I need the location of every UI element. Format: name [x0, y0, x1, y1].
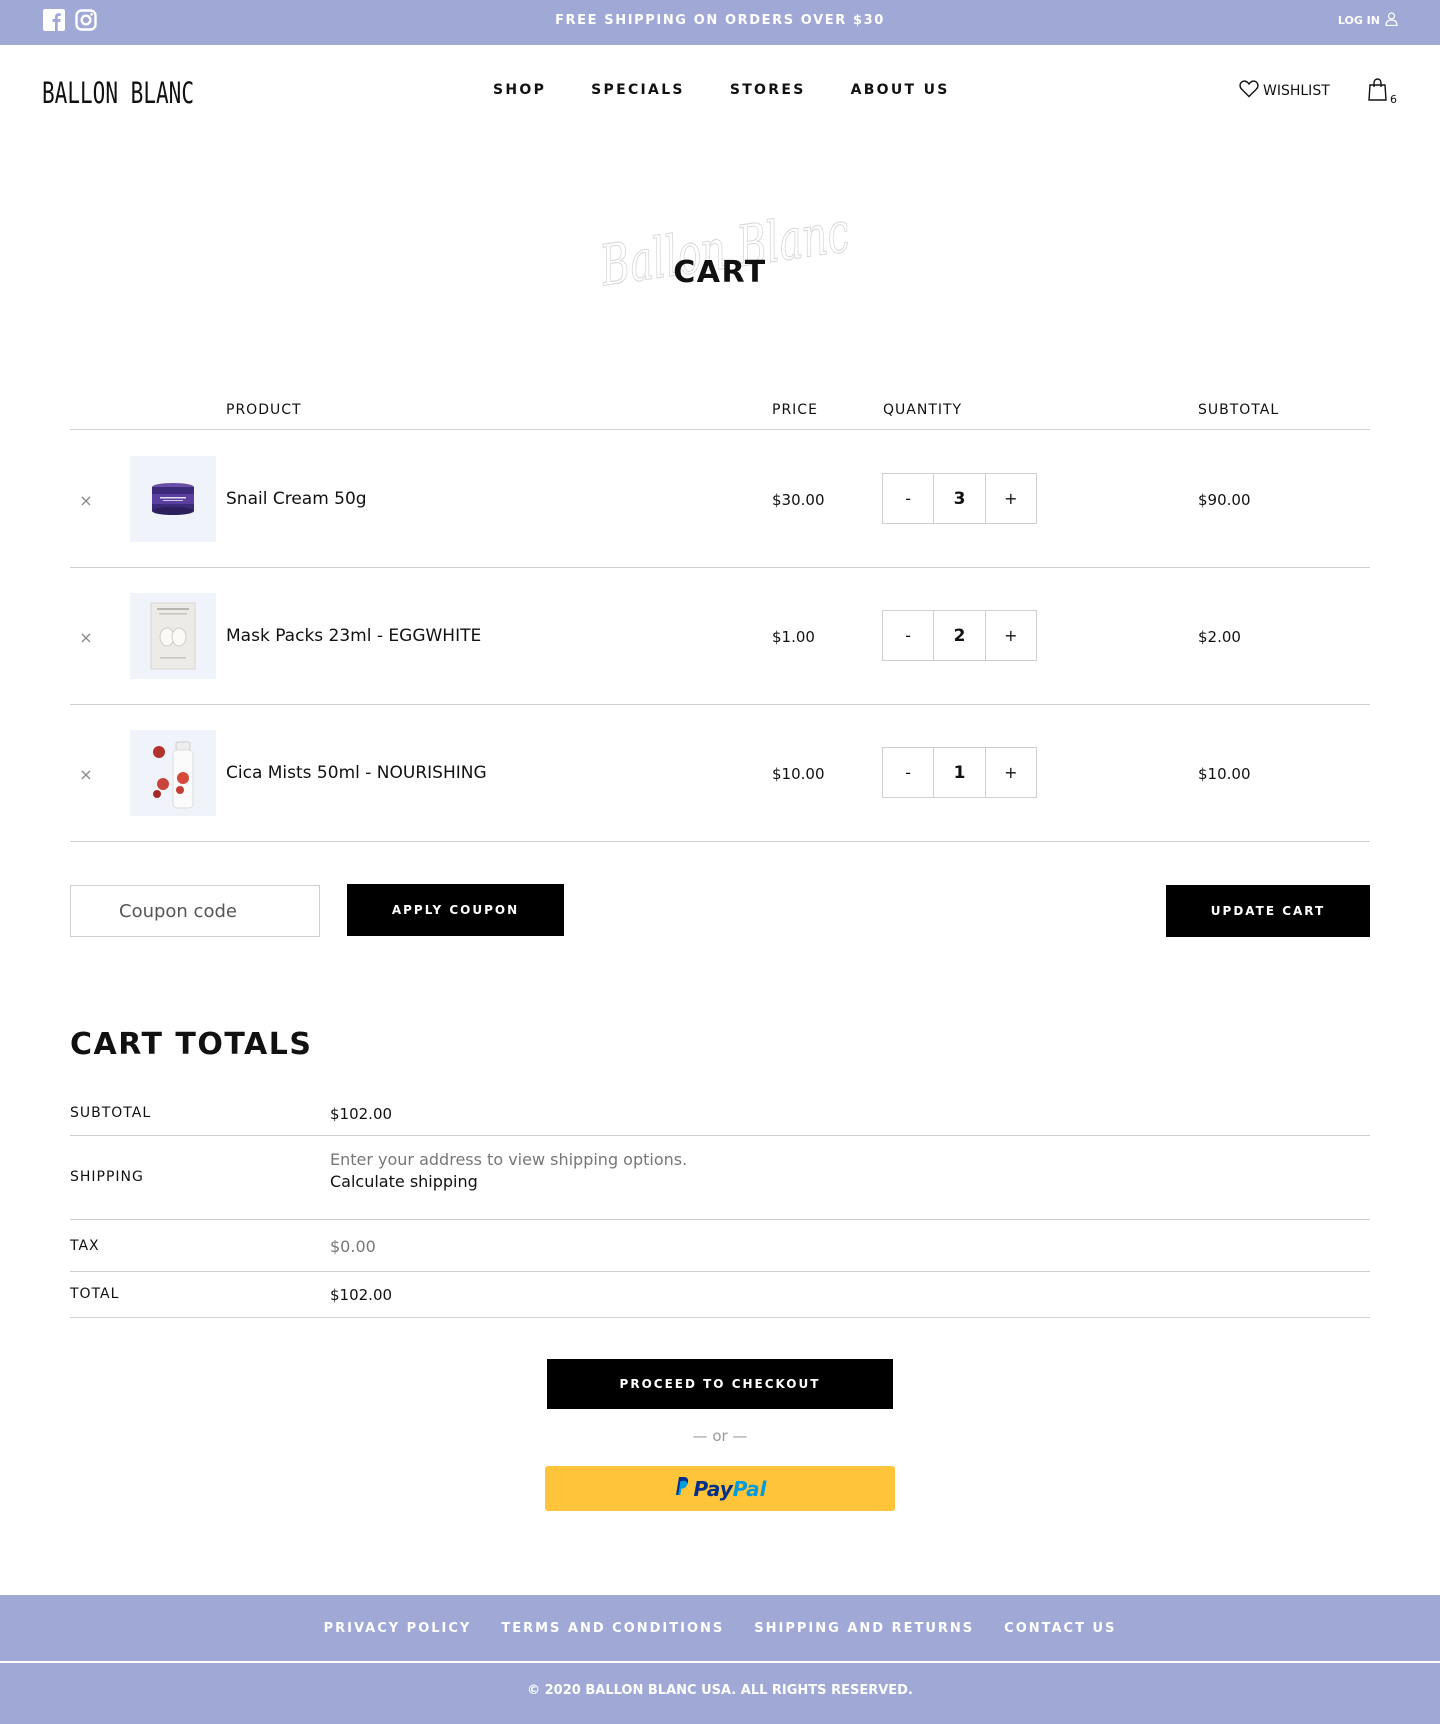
decrease-quantity-button[interactable]: -: [883, 748, 933, 797]
tax-value: $0.00: [330, 1237, 376, 1256]
quantity-stepper: - 3 +: [882, 473, 1037, 524]
paypal-text-pay: Pay: [693, 1476, 733, 1501]
product-name[interactable]: Snail Cream 50g: [226, 489, 367, 509]
page-title: CART: [673, 255, 767, 290]
increase-quantity-button[interactable]: +: [986, 748, 1036, 797]
column-price: PRICE: [772, 402, 818, 418]
page-title-area: Ballon Blanc CART: [0, 200, 1440, 300]
product-thumbnail[interactable]: [130, 593, 216, 679]
product-name[interactable]: Cica Mists 50ml - NOURISHING: [226, 763, 487, 783]
cica-mist-bottle-image: [130, 730, 216, 816]
cart-item-row: × Cica Mists 50ml - NOURISHING $10.00 - …: [70, 705, 1370, 842]
shopping-bag-icon: [1368, 78, 1390, 106]
remove-item-button[interactable]: ×: [78, 628, 94, 647]
footer-copyright: © 2020 BALLON BLANC USA. ALL RIGHTS RESE…: [0, 1663, 1440, 1724]
paypal-button[interactable]: Pay Pal: [545, 1466, 895, 1511]
quantity-stepper: - 1 +: [882, 747, 1037, 798]
totals-row-tax: TAX $0.00: [70, 1220, 1370, 1272]
apply-coupon-button[interactable]: APPLY COUPON: [347, 884, 564, 936]
nav-stores[interactable]: STORES: [730, 82, 806, 98]
quantity-input[interactable]: 1: [933, 748, 986, 797]
line-subtotal: $2.00: [1198, 628, 1241, 646]
snail-cream-jar-image: [130, 456, 216, 542]
line-subtotal: $90.00: [1198, 491, 1251, 509]
totals-row-shipping: SHIPPING Enter your address to view ship…: [70, 1136, 1370, 1220]
coupon-code-input[interactable]: [70, 885, 320, 937]
decrease-quantity-button[interactable]: -: [883, 474, 933, 523]
heart-icon: [1239, 80, 1259, 102]
quantity-stepper: - 2 +: [882, 610, 1037, 661]
cart-count-badge: 6: [1390, 93, 1397, 106]
remove-item-button[interactable]: ×: [78, 491, 94, 510]
logo-text: BALLON BLANC: [42, 76, 194, 109]
wishlist-link[interactable]: WISHLIST: [1239, 80, 1330, 102]
product-name[interactable]: Mask Packs 23ml - EGGWHITE: [226, 626, 481, 646]
shipping-label: SHIPPING: [70, 1169, 144, 1185]
proceed-to-checkout-button[interactable]: PROCEED TO CHECKOUT: [547, 1359, 893, 1409]
site-logo[interactable]: BALLON BLANC: [42, 73, 197, 113]
footer-link-shipping-returns[interactable]: SHIPPING AND RETURNS: [754, 1621, 974, 1636]
footer-link-privacy-policy[interactable]: PRIVACY POLICY: [324, 1621, 472, 1636]
paypal-text-pal: Pal: [732, 1476, 767, 1501]
paypal-logo-icon: [673, 1476, 689, 1501]
cart-item-row: × Snail Cream 50g $30.00 - 3 + $90.00: [70, 431, 1370, 568]
cart-item-row: × Mask Packs 23ml - EGGWHITE $1.00 - 2 +…: [70, 568, 1370, 705]
nav-about-us[interactable]: ABOUT US: [851, 82, 950, 98]
subtotal-label: SUBTOTAL: [70, 1105, 152, 1121]
total-value: $102.00: [330, 1286, 393, 1304]
wishlist-label: WISHLIST: [1263, 83, 1330, 99]
top-bar: FREE SHIPPING ON ORDERS OVER $30 LOG IN: [0, 0, 1440, 45]
quantity-input[interactable]: 3: [933, 474, 986, 523]
increase-quantity-button[interactable]: +: [986, 474, 1036, 523]
main-nav: SHOP SPECIALS STORES ABOUT US: [493, 82, 950, 98]
product-thumbnail[interactable]: [130, 456, 216, 542]
tax-label: TAX: [70, 1238, 100, 1254]
column-product: PRODUCT: [226, 402, 302, 418]
login-link[interactable]: LOG IN: [1338, 12, 1398, 29]
column-subtotal: SUBTOTAL: [1198, 402, 1280, 418]
column-quantity: QUANTITY: [883, 402, 963, 418]
login-label: LOG IN: [1337, 14, 1380, 27]
totals-row-subtotal: SUBTOTAL $102.00: [70, 1093, 1370, 1136]
line-subtotal: $10.00: [1198, 765, 1251, 783]
shipping-note: Enter your address to view shipping opti…: [330, 1150, 688, 1169]
cart-totals-heading: CART TOTALS: [70, 1027, 313, 1062]
nav-specials[interactable]: SPECIALS: [591, 82, 685, 98]
quantity-input[interactable]: 2: [933, 611, 986, 660]
product-thumbnail[interactable]: [130, 730, 216, 816]
cart-link[interactable]: 6: [1368, 78, 1397, 106]
increase-quantity-button[interactable]: +: [986, 611, 1036, 660]
product-price: $1.00: [772, 628, 815, 646]
update-cart-button[interactable]: UPDATE CART: [1166, 885, 1370, 937]
product-price: $30.00: [772, 491, 825, 509]
calculate-shipping-link[interactable]: Calculate shipping: [330, 1172, 478, 1191]
cart-table-header: PRODUCT PRICE QUANTITY SUBTOTAL: [70, 400, 1370, 430]
decrease-quantity-button[interactable]: -: [883, 611, 933, 660]
footer-links: PRIVACY POLICY TERMS AND CONDITIONS SHIP…: [0, 1595, 1440, 1661]
footer-link-terms[interactable]: TERMS AND CONDITIONS: [501, 1621, 724, 1636]
product-price: $10.00: [772, 765, 825, 783]
site-header: BALLON BLANC SHOP SPECIALS STORES ABOUT …: [0, 45, 1440, 135]
free-shipping-banner: FREE SHIPPING ON ORDERS OVER $30: [555, 13, 885, 28]
nav-shop[interactable]: SHOP: [493, 82, 546, 98]
remove-item-button[interactable]: ×: [78, 765, 94, 784]
totals-row-total: TOTAL $102.00: [70, 1272, 1370, 1318]
subtotal-value: $102.00: [330, 1105, 393, 1123]
or-divider: — or —: [692, 1427, 748, 1445]
user-icon: [1385, 12, 1398, 29]
total-label: TOTAL: [70, 1286, 120, 1302]
mask-pack-image: [130, 593, 216, 679]
footer-link-contact-us[interactable]: CONTACT US: [1004, 1621, 1116, 1636]
